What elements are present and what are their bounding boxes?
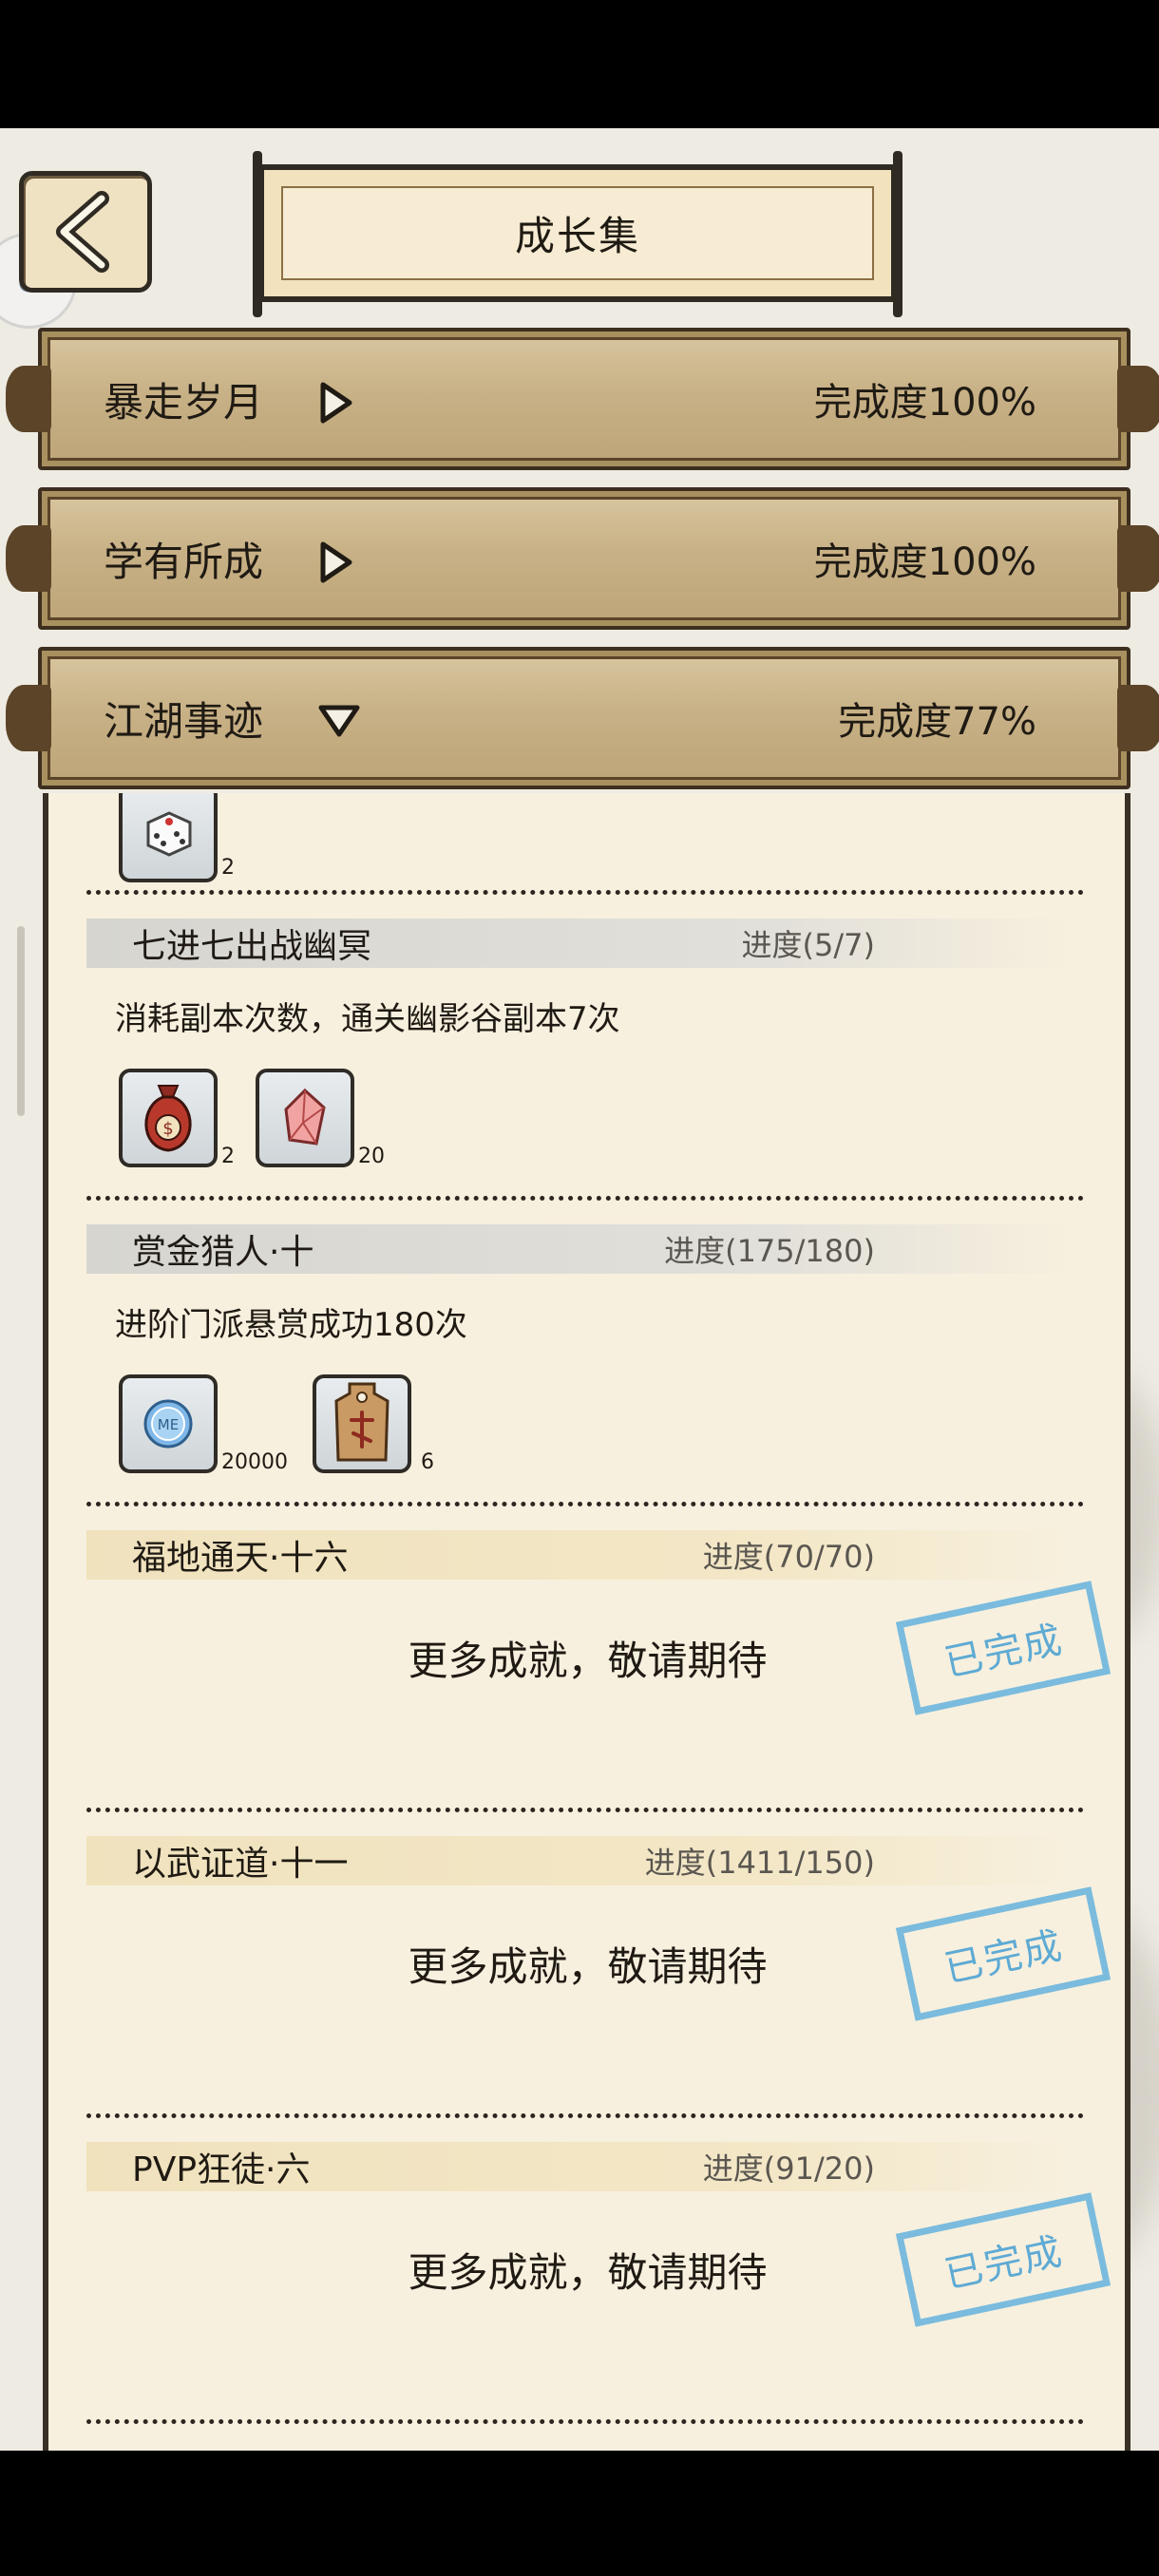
achievement-name: 福地通天·十六 [132, 1539, 349, 1578]
crystal-icon [284, 1088, 326, 1146]
svg-text:ME: ME [158, 1416, 179, 1433]
reward-qty: 20000 [221, 1450, 288, 1474]
divider [86, 1502, 1084, 1506]
chevron-left-icon [56, 191, 109, 273]
scrollbar[interactable] [17, 926, 25, 1116]
category-name: 学有所成 [104, 538, 264, 585]
divider [86, 1196, 1084, 1201]
divider [86, 890, 1084, 895]
achievement-progress: 进度(175/180) [664, 1233, 875, 1269]
reward-qty: 20 [358, 1145, 385, 1168]
bar-knob [6, 525, 51, 592]
achievement-desc: 进阶门派悬赏成功180次 [115, 1306, 467, 1344]
bar-knob [1117, 685, 1159, 751]
completed-stamp: 已完成 [895, 1581, 1112, 1715]
achievement-name: PVP狂徒·六 [132, 2150, 311, 2189]
money-bag-icon: $ [144, 1085, 192, 1152]
category-name: 江湖事迹 [104, 697, 264, 745]
stamp-label: 已完成 [940, 1923, 1068, 1992]
achievement-header: 赏金猎人·十 进度(175/180) [86, 1224, 1074, 1274]
divider [86, 2419, 1084, 2424]
title-banner: 成长集 [253, 151, 902, 317]
triangle-right-icon [320, 382, 352, 424]
reward-qty: 2 [221, 1145, 235, 1168]
completed-stamp: 已完成 [895, 1886, 1112, 2021]
back-button[interactable] [19, 171, 152, 293]
achievement-screen: e 成长集 暴走岁月 完成度100% 学有所成 完成度100% 江湖事迹 完成度… [0, 128, 1159, 2451]
reward-slot[interactable] [313, 1374, 411, 1473]
achievement-progress: 进度(5/7) [741, 927, 875, 963]
svg-text:$: $ [162, 1119, 173, 1139]
reward-slot[interactable] [256, 1069, 354, 1167]
category-bar-2[interactable]: 江湖事迹 完成度77% [6, 647, 1159, 789]
bar-knob [6, 366, 51, 432]
bar-knob [6, 685, 51, 751]
coin-icon: ME [143, 1399, 193, 1449]
achievement-name: 以武证道·十一 [132, 1845, 349, 1884]
achievement-name: 七进七出战幽冥 [132, 927, 372, 966]
divider [86, 1808, 1084, 1812]
achievement-header: PVP狂徒·六 进度(91/20) [86, 2142, 1074, 2191]
reward-qty: 6 [421, 1450, 434, 1474]
stamp-label: 已完成 [940, 1618, 1068, 1686]
achievement-progress: 进度(91/20) [702, 2150, 875, 2187]
achievement-header: 福地通天·十六 进度(70/70) [86, 1530, 1074, 1580]
category-name: 暴走岁月 [104, 378, 264, 426]
category-progress: 完成度77% [838, 700, 1036, 744]
achievement-list[interactable]: 2 七进七出战幽冥 进度(5/7) 消耗副本次数，通关幽影谷副本7次 $ 2 2… [43, 793, 1130, 2451]
category-bar-1[interactable]: 学有所成 完成度100% [6, 487, 1159, 630]
page-title: 成长集 [514, 213, 640, 259]
triangle-right-icon [320, 541, 352, 583]
category-progress: 完成度100% [813, 381, 1036, 425]
category-bar-0[interactable]: 暴走岁月 完成度100% [6, 328, 1159, 470]
completed-stamp: 已完成 [895, 2192, 1112, 2327]
triangle-down-icon [318, 705, 360, 737]
token-icon [334, 1382, 390, 1462]
stamp-label: 已完成 [940, 2229, 1068, 2298]
reward-slot[interactable] [119, 793, 218, 882]
reward-slot[interactable]: ME [119, 1374, 218, 1473]
bar-knob [1117, 525, 1159, 592]
dice-icon [146, 811, 192, 857]
achievement-header: 七进七出战幽冥 进度(5/7) [86, 919, 1074, 968]
divider [86, 2113, 1084, 2118]
category-progress: 完成度100% [813, 540, 1036, 584]
reward-slot[interactable]: $ [119, 1069, 218, 1167]
achievement-progress: 进度(1411/150) [644, 1845, 875, 1881]
reward-qty: 2 [221, 856, 235, 880]
achievement-name: 赏金猎人·十 [132, 1233, 314, 1272]
bar-knob [1117, 366, 1159, 432]
achievement-desc: 消耗副本次数，通关幽影谷副本7次 [115, 1000, 620, 1038]
achievement-progress: 进度(70/70) [702, 1539, 875, 1575]
achievement-header: 以武证道·十一 进度(1411/150) [86, 1836, 1074, 1885]
